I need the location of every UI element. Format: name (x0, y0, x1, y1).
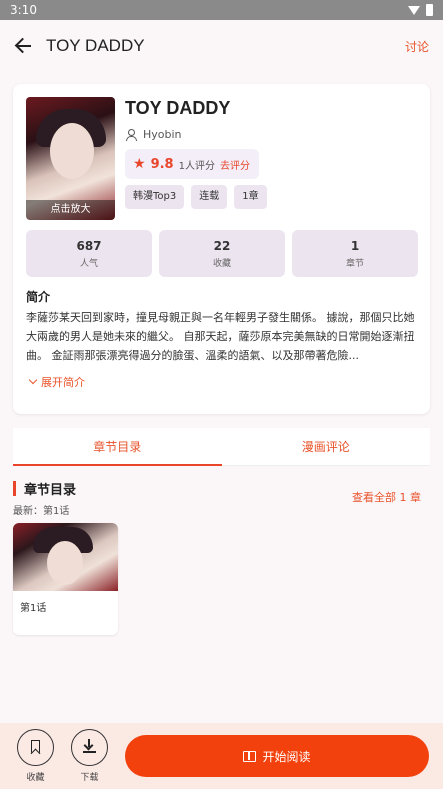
chapters-heading-text: 章节目录 (24, 483, 77, 498)
star-icon: ★ (133, 156, 146, 172)
stat-value: 22 (213, 239, 231, 253)
tab-chapters[interactable]: 章节目录 (13, 428, 222, 466)
download-button[interactable]: 下载 (71, 729, 108, 783)
stat-favorites: 22 收藏 (159, 230, 285, 277)
battery-icon (426, 4, 433, 16)
stat-chapters: 1 章节 (292, 230, 418, 277)
status-time: 3:10 (10, 3, 37, 17)
expand-intro-label: 展开简介 (41, 376, 85, 389)
stats-row: 687 人气 22 收藏 1 章节 (26, 230, 418, 277)
chapter-name: 第1话 (20, 603, 47, 614)
stat-value: 1 (350, 239, 360, 253)
rating-score: 9.8 (150, 156, 174, 172)
view-all-chapters-link[interactable]: 查看全部 1 章 (352, 489, 421, 505)
intro-heading: 简介 (26, 290, 51, 304)
discuss-link[interactable]: 讨论 (405, 38, 429, 55)
chapter-thumbnail (13, 523, 118, 591)
tag-chapters[interactable]: 1章 (234, 185, 267, 209)
author-name: Hyobin (143, 128, 182, 141)
tag-rank[interactable]: 韩漫Top3 (125, 185, 185, 209)
comic-title: TOY DADDY (125, 98, 231, 118)
favorite-button[interactable]: 收藏 (17, 729, 54, 783)
bookmark-icon (31, 740, 40, 753)
heading-accent-bar (13, 481, 16, 496)
tag-list: 韩漫Top3 连载 1章 (125, 185, 267, 209)
rating-count: 1人评分 (178, 160, 215, 172)
tab-bar: 章节目录 漫画评论 (13, 428, 430, 466)
start-reading-label: 开始阅读 (262, 749, 311, 764)
chevron-down-icon (28, 375, 38, 385)
rating-box: ★ 9.8 1人评分 去评分 (125, 149, 259, 179)
page-title: TOY DADDY (46, 36, 145, 55)
tab-comments[interactable]: 漫画评论 (222, 428, 431, 465)
favorite-label: 收藏 (26, 773, 45, 783)
bottom-action-bar: 收藏 下载 开始阅读 (0, 723, 443, 789)
status-bar: 3:10 (0, 0, 443, 20)
tag-status[interactable]: 连载 (191, 185, 228, 209)
thumb-art-face (47, 541, 83, 585)
rate-button[interactable]: 去评分 (220, 157, 250, 172)
download-label: 下载 (80, 773, 99, 783)
cover-zoom-label[interactable]: 点击放大 (26, 200, 115, 220)
stat-value: 687 (76, 239, 102, 253)
expand-intro-button[interactable]: 展开简介 (28, 374, 85, 390)
cover-art-face (50, 123, 94, 179)
favorite-circle (17, 729, 54, 766)
app-bar: TOY DADDY 讨论 (0, 20, 443, 72)
latest-chapter: 最新：第1话 (13, 506, 70, 517)
chapters-heading: 章节目录 (13, 479, 76, 498)
back-arrow-icon[interactable] (14, 36, 34, 56)
person-icon (125, 129, 137, 141)
download-icon (83, 739, 96, 753)
stat-popularity: 687 人气 (26, 230, 152, 277)
book-icon (243, 750, 257, 762)
comic-cover[interactable]: 点击放大 (26, 97, 115, 220)
intro-text: 李薩莎某天回到家時，撞見母親正與一名年輕男子發生關係。 據說，那個只比她大兩歲的… (26, 311, 415, 362)
start-reading-button[interactable]: 开始阅读 (125, 735, 429, 777)
stat-label: 章节 (345, 259, 364, 269)
stat-label: 收藏 (212, 259, 231, 269)
status-icons (408, 4, 433, 16)
chapter-card[interactable]: 第1话 (13, 523, 118, 635)
stat-label: 人气 (79, 259, 98, 269)
wifi-icon (408, 5, 420, 15)
download-circle (71, 729, 108, 766)
comic-info-card: 点击放大 TOY DADDY Hyobin ★ 9.8 1人评分 去评分 韩漫T… (13, 84, 430, 414)
comic-author[interactable]: Hyobin (125, 128, 182, 141)
